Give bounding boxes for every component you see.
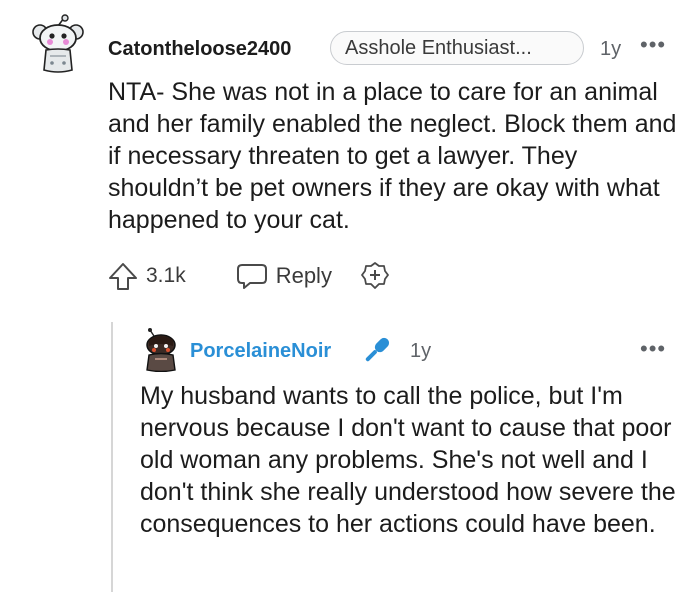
comment-username[interactable]: Catontheloose2400	[108, 38, 291, 61]
user-avatar[interactable]	[30, 14, 86, 76]
comment-bubble-icon	[236, 261, 268, 291]
comment-timestamp: 1y	[600, 38, 622, 60]
reply-timestamp: 1y	[410, 340, 432, 362]
upvote-icon[interactable]	[106, 259, 140, 293]
vote-count: 3.1k	[146, 264, 186, 287]
reply-label: Reply	[275, 263, 332, 288]
comment-actions: 3.1k Reply	[106, 258, 390, 294]
comment-text: NTA- She was not in a place to care for …	[108, 78, 677, 234]
reply-avatar[interactable]	[140, 328, 182, 373]
reply-button[interactable]: Reply	[236, 261, 332, 291]
reply-body: My husband wants to call the police, but…	[140, 382, 676, 538]
reply-username[interactable]: PorcelaineNoir	[190, 340, 331, 363]
more-options-icon[interactable]: •••	[640, 32, 666, 58]
comment-body: NTA- She was not in a place to care for …	[108, 76, 678, 236]
op-microphone-icon	[360, 333, 394, 367]
user-flair: Asshole Enthusiast...	[330, 31, 584, 65]
award-icon[interactable]	[360, 261, 390, 291]
thread-line[interactable]	[111, 322, 113, 592]
more-options-icon[interactable]: •••	[640, 336, 666, 362]
